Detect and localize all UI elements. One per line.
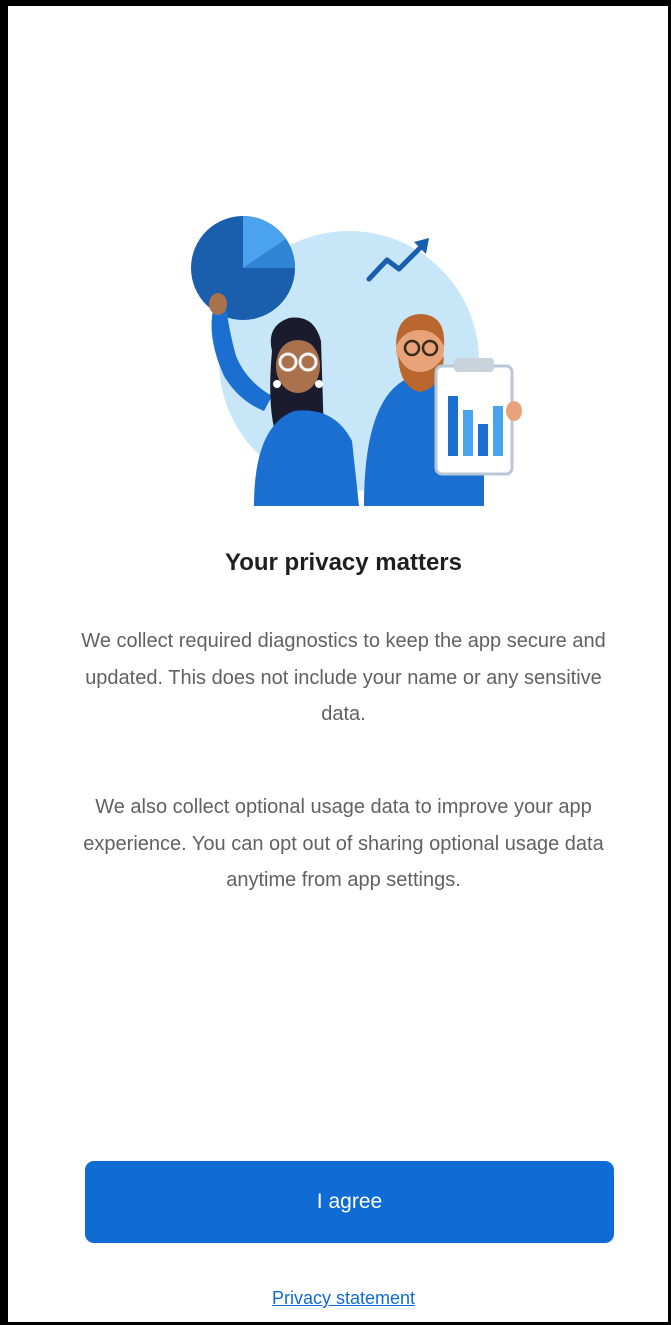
agree-button[interactable]: I agree — [85, 1161, 614, 1243]
pie-chart-icon — [191, 216, 295, 320]
required-diagnostics-text: We collect required diagnostics to keep … — [81, 630, 606, 725]
optional-usage-text: We also collect optional usage data to i… — [83, 796, 604, 891]
clipboard-bar-chart-icon — [434, 358, 522, 476]
page-title: Your privacy matters — [225, 549, 462, 576]
privacy-consent-screen: Your privacy matters We collect required… — [0, 0, 671, 1325]
agree-button-label: I agree — [316, 1190, 383, 1213]
privacy-illustration — [191, 216, 522, 506]
privacy-statement-link[interactable]: Privacy statement — [8, 1288, 671, 1309]
